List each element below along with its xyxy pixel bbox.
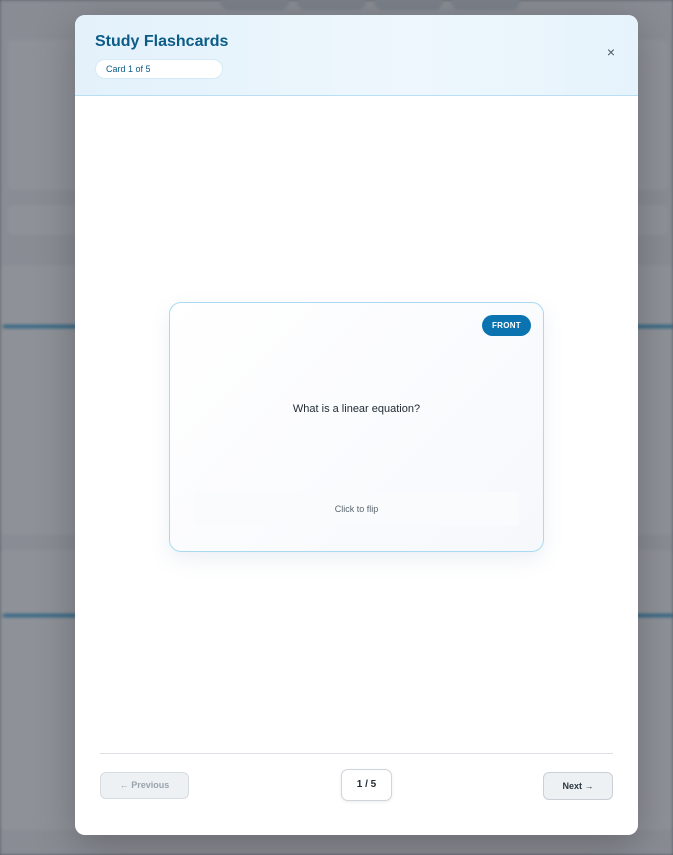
front-badge: FRONT [481,315,531,336]
flashcard[interactable]: FRONT What is a linear equation? Click t… [169,302,544,552]
modal-title: Study Flashcards [95,33,229,50]
flashcard-question: What is a linear equation? [292,403,421,415]
previous-button[interactable]: ← Previous [100,772,189,799]
card-counter-badge: Card 1 of 5 [95,59,223,79]
close-icon[interactable]: × [604,45,618,59]
modal-header: Study Flashcards Card 1 of 5 × [75,15,638,96]
page-indicator: 1 / 5 [341,769,392,801]
flashcards-modal: Study Flashcards Card 1 of 5 × FRONT Wha… [75,15,638,835]
next-button[interactable]: Next → [543,772,613,800]
flip-hint: Click to flip [194,492,519,526]
footer-divider [100,753,613,754]
